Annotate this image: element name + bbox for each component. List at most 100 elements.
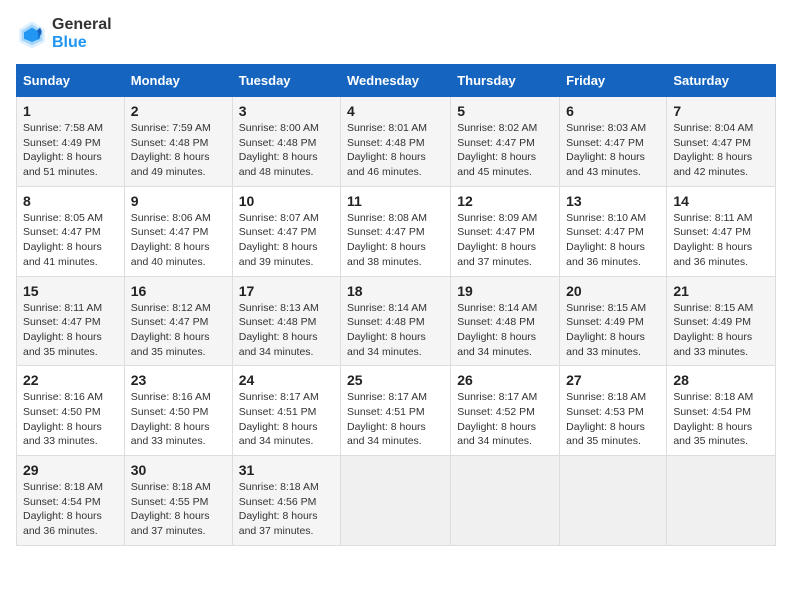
day-info: Sunrise: 8:02 AM Sunset: 4:47 PM Dayligh… [457, 121, 553, 180]
day-info: Sunrise: 8:18 AM Sunset: 4:54 PM Dayligh… [23, 480, 118, 539]
calendar-cell: 15 Sunrise: 8:11 AM Sunset: 4:47 PM Dayli… [17, 276, 125, 366]
calendar-cell: 30Sunrise: 8:18 AM Sunset: 4:55 PM Dayli… [124, 456, 232, 546]
day-number: 12 [457, 193, 553, 209]
day-number: 17 [239, 283, 334, 299]
day-number: 23 [131, 372, 226, 388]
day-number: 5 [457, 103, 553, 119]
calendar-cell: 16 Sunrise: 8:12 AM Sunset: 4:47 PM Dayli… [124, 276, 232, 366]
day-number: 25 [347, 372, 444, 388]
calendar-cell: 22Sunrise: 8:16 AM Sunset: 4:50 PM Dayli… [17, 366, 125, 456]
day-info: Sunrise: 8:12 AM Sunset: 4:47 PM Dayligh… [131, 301, 226, 360]
day-info: Sunrise: 8:18 AM Sunset: 4:53 PM Dayligh… [566, 390, 660, 449]
day-number: 2 [131, 103, 226, 119]
day-number: 14 [673, 193, 769, 209]
day-number: 8 [23, 193, 118, 209]
day-number: 18 [347, 283, 444, 299]
calendar-cell: 13 Sunrise: 8:10 AM Sunset: 4:47 PM Dayli… [560, 186, 667, 276]
page-header: General Blue [16, 16, 776, 52]
day-number: 22 [23, 372, 118, 388]
calendar-header: SundayMondayTuesdayWednesdayThursdayFrid… [17, 65, 776, 97]
calendar-cell: 29 Sunrise: 8:18 AM Sunset: 4:54 PM Dayli… [17, 456, 125, 546]
day-info: Sunrise: 8:00 AM Sunset: 4:48 PM Dayligh… [239, 121, 334, 180]
calendar-cell [560, 456, 667, 546]
day-number: 3 [239, 103, 334, 119]
day-number: 28 [673, 372, 769, 388]
day-info: Sunrise: 8:17 AM Sunset: 4:51 PM Dayligh… [239, 390, 334, 449]
calendar-cell: 3 Sunrise: 8:00 AM Sunset: 4:48 PM Daylig… [232, 97, 340, 187]
day-number: 9 [131, 193, 226, 209]
calendar-week-row: 15 Sunrise: 8:11 AM Sunset: 4:47 PM Dayli… [17, 276, 776, 366]
weekday-header-row: SundayMondayTuesdayWednesdayThursdayFrid… [17, 65, 776, 97]
calendar-cell: 31 Sunrise: 8:18 AM Sunset: 4:56 PM Dayli… [232, 456, 340, 546]
calendar-cell: 23 Sunrise: 8:16 AM Sunset: 4:50 PM Dayli… [124, 366, 232, 456]
day-info: Sunrise: 8:15 AM Sunset: 4:49 PM Dayligh… [673, 301, 769, 360]
day-info: Sunrise: 8:07 AM Sunset: 4:47 PM Dayligh… [239, 211, 334, 270]
calendar-cell: 12 Sunrise: 8:09 AM Sunset: 4:47 PM Dayli… [451, 186, 560, 276]
day-info: Sunrise: 8:10 AM Sunset: 4:47 PM Dayligh… [566, 211, 660, 270]
day-info: Sunrise: 8:11 AM Sunset: 4:47 PM Dayligh… [673, 211, 769, 270]
day-info: Sunrise: 8:16 AM Sunset: 4:50 PM Dayligh… [131, 390, 226, 449]
day-info: Sunrise: 8:08 AM Sunset: 4:47 PM Dayligh… [347, 211, 444, 270]
day-number: 11 [347, 193, 444, 209]
logo-text: General Blue [52, 16, 112, 52]
calendar-cell: 6 Sunrise: 8:03 AM Sunset: 4:47 PM Daylig… [560, 97, 667, 187]
calendar-cell: 26Sunrise: 8:17 AM Sunset: 4:52 PM Dayli… [451, 366, 560, 456]
calendar-cell: 25 Sunrise: 8:17 AM Sunset: 4:51 PM Dayli… [341, 366, 451, 456]
day-number: 7 [673, 103, 769, 119]
calendar-cell [451, 456, 560, 546]
weekday-header-sunday: Sunday [17, 65, 125, 97]
day-info: Sunrise: 8:14 AM Sunset: 4:48 PM Dayligh… [347, 301, 444, 360]
day-info: Sunrise: 8:09 AM Sunset: 4:47 PM Dayligh… [457, 211, 553, 270]
logo-icon [16, 18, 48, 50]
day-number: 4 [347, 103, 444, 119]
day-info: Sunrise: 8:04 AM Sunset: 4:47 PM Dayligh… [673, 121, 769, 180]
day-info: Sunrise: 8:14 AM Sunset: 4:48 PM Dayligh… [457, 301, 553, 360]
calendar-table: SundayMondayTuesdayWednesdayThursdayFrid… [16, 64, 776, 546]
day-number: 15 [23, 283, 118, 299]
calendar-cell: 10Sunrise: 8:07 AM Sunset: 4:47 PM Dayli… [232, 186, 340, 276]
calendar-cell: 28 Sunrise: 8:18 AM Sunset: 4:54 PM Dayli… [667, 366, 776, 456]
calendar-cell: 9Sunrise: 8:06 AM Sunset: 4:47 PM Daylig… [124, 186, 232, 276]
day-number: 21 [673, 283, 769, 299]
calendar-cell: 24 Sunrise: 8:17 AM Sunset: 4:51 PM Dayli… [232, 366, 340, 456]
day-number: 20 [566, 283, 660, 299]
day-number: 27 [566, 372, 660, 388]
calendar-cell: 2Sunrise: 7:59 AM Sunset: 4:48 PM Daylig… [124, 97, 232, 187]
calendar-cell: 1Sunrise: 7:58 AM Sunset: 4:49 PM Daylig… [17, 97, 125, 187]
calendar-week-row: 22 Sunrise: 8:16 AM Sunset: 4:50 PM Dayli… [17, 366, 776, 456]
weekday-header-monday: Monday [124, 65, 232, 97]
day-info: Sunrise: 7:58 AM Sunset: 4:49 PM Dayligh… [23, 121, 118, 180]
weekday-header-wednesday: Wednesday [341, 65, 451, 97]
calendar-cell: 21 Sunrise: 8:15 AM Sunset: 4:49 PM Dayli… [667, 276, 776, 366]
weekday-header-saturday: Saturday [667, 65, 776, 97]
day-number: 31 [239, 462, 334, 478]
day-info: Sunrise: 8:05 AM Sunset: 4:47 PM Dayligh… [23, 211, 118, 270]
day-info: Sunrise: 8:01 AM Sunset: 4:48 PM Dayligh… [347, 121, 444, 180]
calendar-cell: 19 Sunrise: 8:14 AM Sunset: 4:48 PM Dayli… [451, 276, 560, 366]
day-number: 19 [457, 283, 553, 299]
day-info: Sunrise: 8:11 AM Sunset: 4:47 PM Dayligh… [23, 301, 118, 360]
weekday-header-friday: Friday [560, 65, 667, 97]
weekday-header-tuesday: Tuesday [232, 65, 340, 97]
day-info: Sunrise: 8:03 AM Sunset: 4:47 PM Dayligh… [566, 121, 660, 180]
calendar-week-row: 1Sunrise: 7:58 AM Sunset: 4:49 PM Daylig… [17, 97, 776, 187]
day-number: 16 [131, 283, 226, 299]
calendar-cell: 14 Sunrise: 8:11 AM Sunset: 4:47 PM Dayli… [667, 186, 776, 276]
logo: General Blue [16, 16, 112, 52]
day-number: 6 [566, 103, 660, 119]
day-info: Sunrise: 8:17 AM Sunset: 4:51 PM Dayligh… [347, 390, 444, 449]
calendar-week-row: 29 Sunrise: 8:18 AM Sunset: 4:54 PM Dayli… [17, 456, 776, 546]
calendar-body: 1Sunrise: 7:58 AM Sunset: 4:49 PM Daylig… [17, 97, 776, 546]
calendar-cell: 8 Sunrise: 8:05 AM Sunset: 4:47 PM Daylig… [17, 186, 125, 276]
day-number: 24 [239, 372, 334, 388]
day-info: Sunrise: 8:17 AM Sunset: 4:52 PM Dayligh… [457, 390, 553, 449]
day-number: 29 [23, 462, 118, 478]
calendar-cell: 27 Sunrise: 8:18 AM Sunset: 4:53 PM Dayli… [560, 366, 667, 456]
day-number: 13 [566, 193, 660, 209]
weekday-header-thursday: Thursday [451, 65, 560, 97]
calendar-cell: 17Sunrise: 8:13 AM Sunset: 4:48 PM Dayli… [232, 276, 340, 366]
day-info: Sunrise: 8:18 AM Sunset: 4:54 PM Dayligh… [673, 390, 769, 449]
day-info: Sunrise: 8:18 AM Sunset: 4:56 PM Dayligh… [239, 480, 334, 539]
calendar-cell: 11 Sunrise: 8:08 AM Sunset: 4:47 PM Dayli… [341, 186, 451, 276]
calendar-cell: 20Sunrise: 8:15 AM Sunset: 4:49 PM Dayli… [560, 276, 667, 366]
